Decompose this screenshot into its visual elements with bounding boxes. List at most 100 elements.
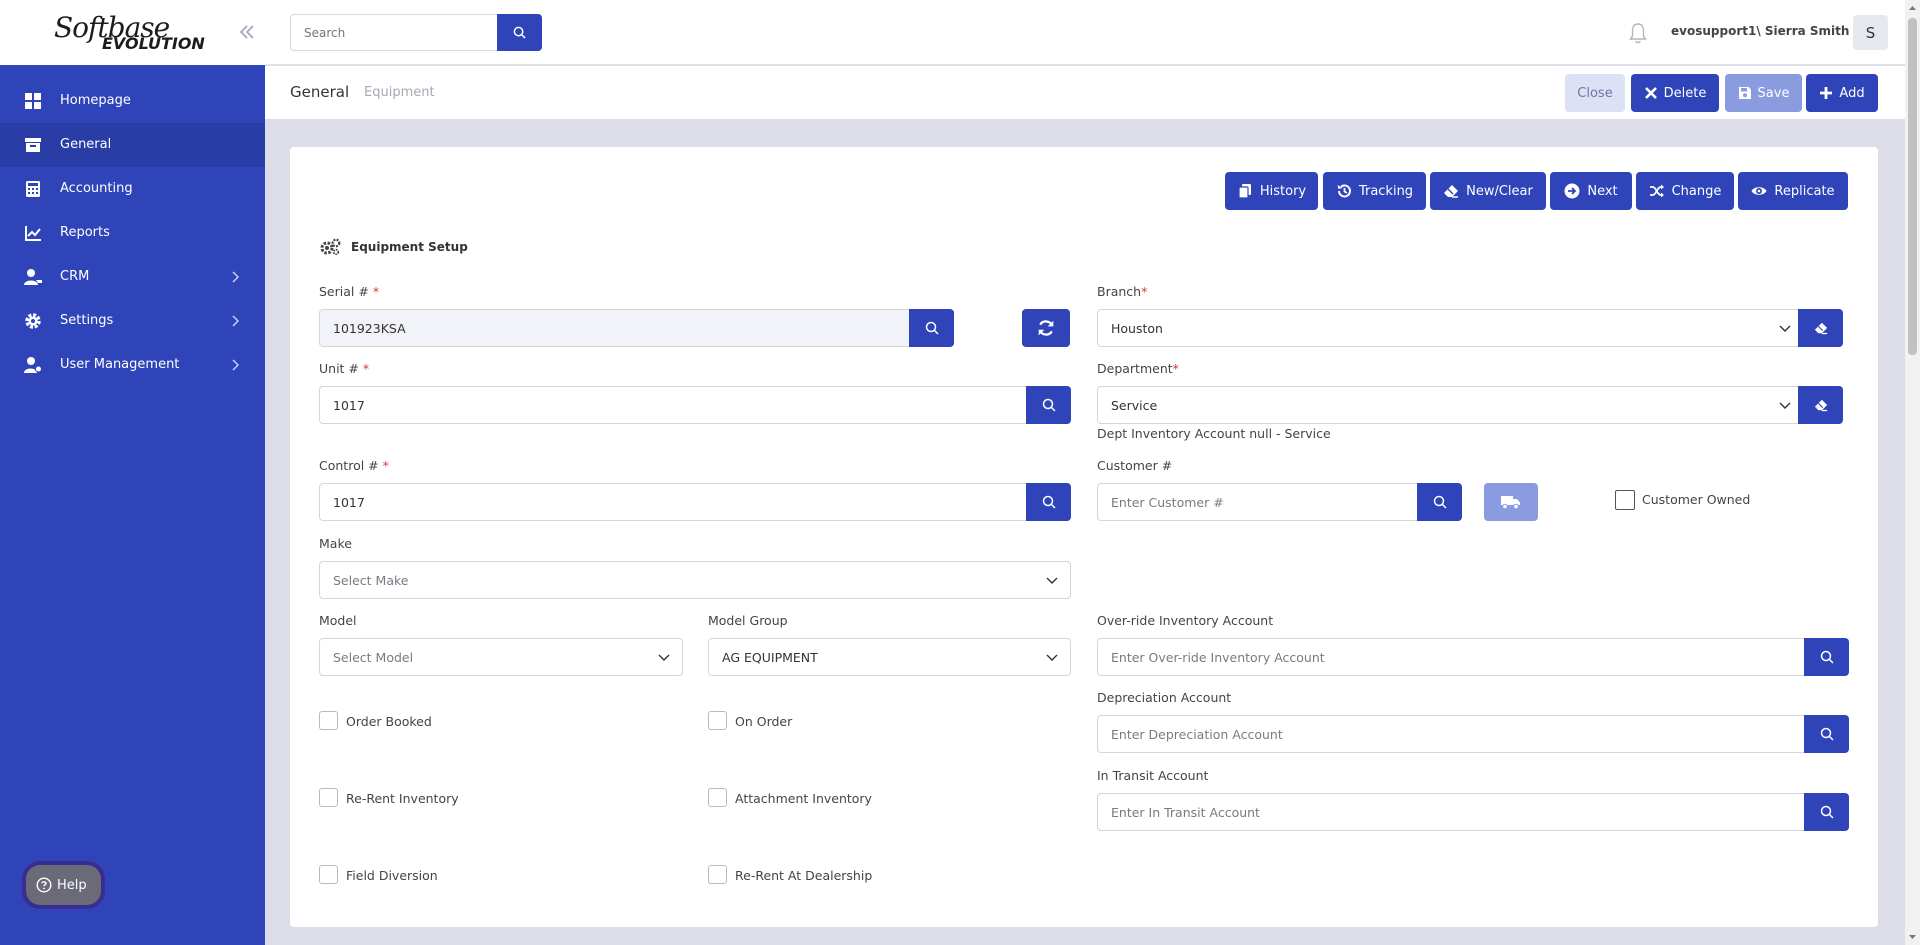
branch-clear-button[interactable] <box>1798 309 1843 347</box>
order-booked-label: Order Booked <box>346 714 432 729</box>
customer-owned-checkbox[interactable] <box>1615 490 1635 510</box>
search-button[interactable] <box>497 14 542 51</box>
new-clear-button[interactable]: New/Clear <box>1430 172 1546 210</box>
scroll-down-icon[interactable] <box>1908 933 1917 941</box>
breadcrumb-section[interactable]: General <box>290 83 349 101</box>
chevron-right-icon <box>232 315 240 327</box>
sidebar-item-accounting[interactable]: Accounting <box>0 167 265 211</box>
override-account-field[interactable]: Enter Over-ride Inventory Account <box>1097 638 1804 676</box>
eraser-icon <box>1814 399 1827 412</box>
unit-field[interactable]: 1017 <box>319 386 1026 424</box>
sidebar-item-reports[interactable]: Reports <box>0 211 265 255</box>
user-gear-icon <box>24 357 42 373</box>
sidebar-item-user-management[interactable]: User Management <box>0 343 265 387</box>
model-group-select[interactable]: AG EQUIPMENT <box>708 638 1071 676</box>
serial-search-button[interactable] <box>909 309 954 347</box>
search-icon <box>1433 495 1447 509</box>
change-button[interactable]: Change <box>1636 172 1734 210</box>
eraser-icon <box>1444 185 1459 198</box>
make-select[interactable]: Select Make <box>319 561 1071 599</box>
serial-field[interactable]: 101923KSA <box>319 309 909 347</box>
delete-button[interactable]: Delete <box>1631 74 1719 112</box>
plus-icon <box>1820 87 1833 99</box>
bell-icon[interactable] <box>1628 22 1648 44</box>
sidebar-item-label: Settings <box>60 313 114 328</box>
softbase-logo[interactable]: Softbase EVOLUTION <box>54 14 205 52</box>
change-button-label: Change <box>1671 183 1722 199</box>
collapse-sidebar-icon[interactable] <box>236 20 256 44</box>
next-button-label: Next <box>1587 183 1618 199</box>
in-transit-account-search-button[interactable] <box>1804 793 1849 831</box>
username[interactable]: evosupport1\ Sierra Smith <box>1671 24 1849 38</box>
close-button[interactable]: Close <box>1565 74 1625 112</box>
control-field[interactable]: 1017 <box>319 483 1026 521</box>
re-rent-inventory-label: Re-Rent Inventory <box>346 791 459 806</box>
control-label: Control # * <box>319 458 389 473</box>
refresh-serial-button[interactable] <box>1022 309 1070 347</box>
branch-select[interactable]: Houston <box>1097 309 1803 347</box>
sidebar-item-label: Accounting <box>60 181 133 196</box>
chevron-down-icon <box>1779 402 1791 409</box>
control-search-button[interactable] <box>1026 483 1071 521</box>
delete-button-label: Delete <box>1663 85 1707 101</box>
re-rent-at-dealership-checkbox[interactable] <box>708 865 727 884</box>
sidebar-item-general[interactable]: General <box>0 123 265 167</box>
sidebar-item-settings[interactable]: Settings <box>0 299 265 343</box>
logo-area: Softbase EVOLUTION <box>0 0 265 65</box>
dashboard-grid-icon <box>25 93 41 109</box>
customer-field[interactable]: Enter Customer # <box>1097 483 1417 521</box>
add-button[interactable]: Add <box>1806 74 1878 112</box>
depreciation-account-label: Depreciation Account <box>1097 690 1232 705</box>
in-transit-account-field[interactable]: Enter In Transit Account <box>1097 793 1804 831</box>
page-scrollbar[interactable] <box>1905 0 1920 945</box>
truck-icon <box>1501 496 1520 510</box>
on-order-checkbox[interactable] <box>708 711 727 730</box>
gears-icon <box>320 238 341 255</box>
field-diversion-checkbox[interactable] <box>319 865 338 884</box>
department-clear-button[interactable] <box>1798 386 1843 424</box>
department-select[interactable]: Service <box>1097 386 1803 424</box>
sidebar-item-homepage[interactable]: Homepage <box>0 79 265 123</box>
next-button[interactable]: Next <box>1550 172 1632 210</box>
avatar[interactable]: S <box>1853 15 1888 50</box>
unit-search-button[interactable] <box>1026 386 1071 424</box>
search-icon <box>1042 495 1056 509</box>
depreciation-account-field[interactable]: Enter Depreciation Account <box>1097 715 1804 753</box>
save-button[interactable]: Save <box>1725 74 1802 112</box>
on-order-label: On Order <box>735 714 793 729</box>
tracking-button[interactable]: Tracking <box>1323 172 1426 210</box>
search-icon <box>1042 398 1056 412</box>
chevron-right-icon <box>232 271 240 283</box>
customer-owned-label: Customer Owned <box>1642 492 1751 507</box>
calculator-icon <box>26 181 40 197</box>
in-transit-account-label: In Transit Account <box>1097 768 1209 783</box>
search-icon <box>925 321 939 335</box>
depreciation-account-search-button[interactable] <box>1804 715 1849 753</box>
replicate-button[interactable]: Replicate <box>1738 172 1848 210</box>
scroll-up-icon[interactable] <box>1908 4 1917 12</box>
sidebar-item-label: Reports <box>60 225 110 240</box>
branch-label: Branch* <box>1097 284 1148 299</box>
search-input[interactable] <box>290 14 497 51</box>
attachment-inventory-checkbox[interactable] <box>708 788 727 807</box>
attachment-inventory-label: Attachment Inventory <box>735 791 872 806</box>
customer-truck-button[interactable] <box>1484 483 1538 521</box>
sidebar-item-crm[interactable]: CRM <box>0 255 265 299</box>
history-button[interactable]: History <box>1225 172 1318 210</box>
history-button-label: History <box>1259 183 1307 199</box>
shuffle-icon <box>1649 184 1664 198</box>
sidebar-item-label: User Management <box>60 357 180 372</box>
help-button[interactable]: Help <box>26 865 101 905</box>
customer-search-button[interactable] <box>1417 483 1462 521</box>
override-account-search-button[interactable] <box>1804 638 1849 676</box>
search-icon <box>1820 727 1834 741</box>
section-title-text: Equipment Setup <box>351 239 468 254</box>
topbar: evosupport1\ Sierra Smith S <box>265 0 1905 65</box>
order-booked-checkbox[interactable] <box>319 711 338 730</box>
re-rent-inventory-checkbox[interactable] <box>319 788 338 807</box>
scrollbar-thumb[interactable] <box>1908 18 1917 355</box>
new-clear-button-label: New/Clear <box>1466 183 1533 199</box>
search-icon <box>513 26 526 39</box>
model-select[interactable]: Select Model <box>319 638 683 676</box>
line-chart-icon <box>25 226 41 241</box>
